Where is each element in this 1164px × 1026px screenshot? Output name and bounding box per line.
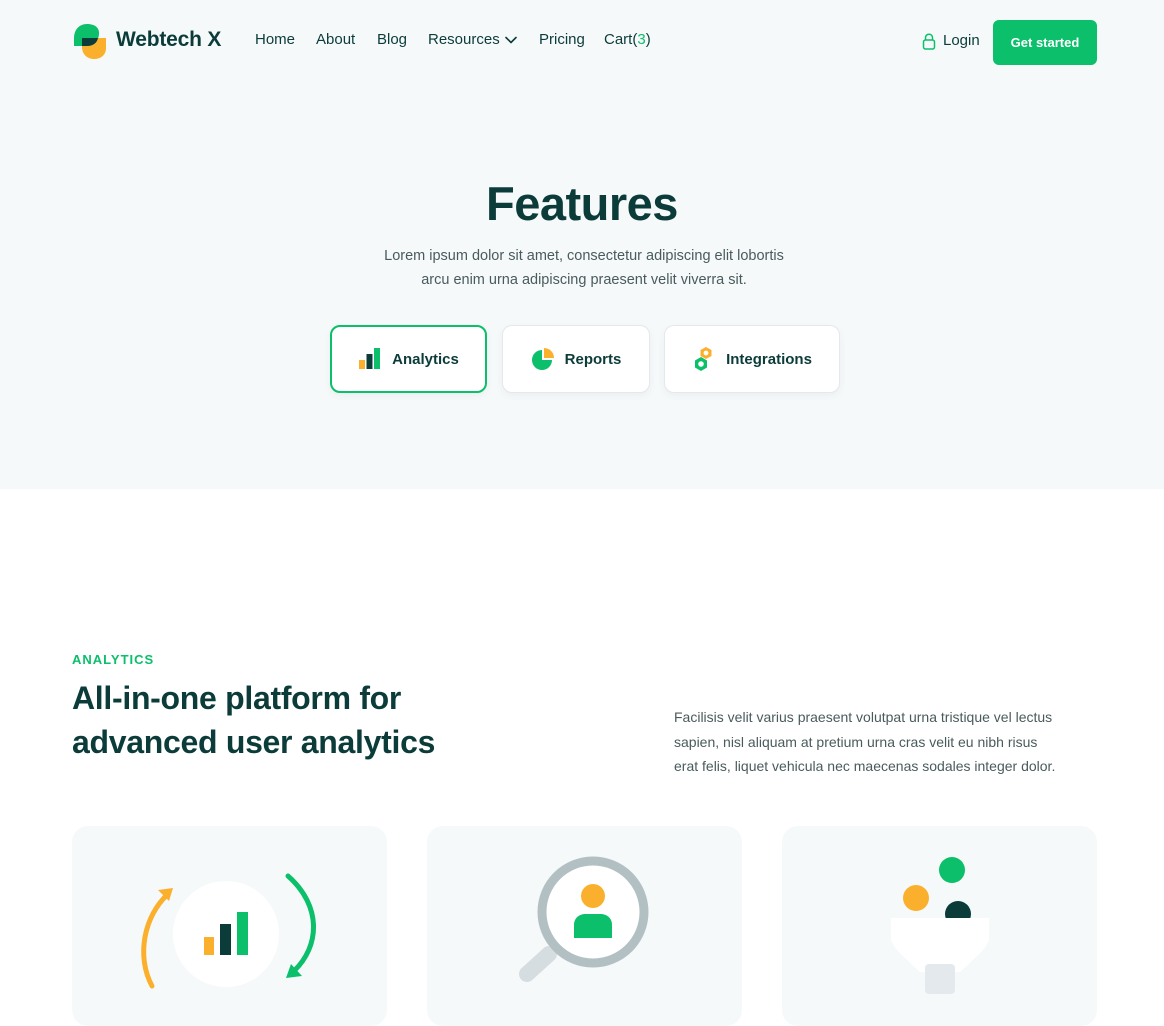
bar-chart-icon xyxy=(359,348,381,369)
page-title: Features xyxy=(486,177,678,230)
section-description-line: erat felis, liquet vehicula nec maecenas… xyxy=(674,758,1056,774)
hero-subtitle-line: arcu enim urna adipiscing praesent velit… xyxy=(421,272,747,288)
chevron-down-icon[interactable] xyxy=(504,35,518,45)
section-heading-line: All-in-one platform for xyxy=(72,680,402,716)
tab-analytics[interactable]: Analytics xyxy=(330,325,487,393)
refresh-chart-icon xyxy=(141,873,316,989)
section-description-line: Facilisis velit varius praesent volutpat… xyxy=(674,709,1053,725)
cart-count: 3 xyxy=(637,31,646,48)
hexagon-nut-icon xyxy=(695,347,712,371)
nav-resources[interactable]: Resources xyxy=(428,31,500,48)
tab-reports[interactable]: Reports xyxy=(502,325,650,393)
cart-close: ) xyxy=(645,31,651,48)
section-description: Facilisis velit varius praesent volutpat… xyxy=(674,705,1094,779)
nav-about[interactable]: About xyxy=(316,31,355,48)
hero-subtitle-line: Lorem ipsum dolor sit amet, consectetur … xyxy=(384,248,784,264)
logo-icon[interactable] xyxy=(73,22,109,60)
feature-card xyxy=(427,826,742,1026)
nav-cart[interactable]: Cart(3) xyxy=(604,31,651,48)
hero-subtitle: Lorem ipsum dolor sit amet, consectetur … xyxy=(350,244,818,292)
section-eyebrow: ANALYTICS xyxy=(72,652,155,667)
nav-pricing[interactable]: Pricing xyxy=(539,31,585,48)
tab-label: Reports xyxy=(564,350,622,368)
tab-label: Integrations xyxy=(726,350,812,368)
funnel-icon xyxy=(891,857,989,994)
tab-integrations[interactable]: Integrations xyxy=(664,325,840,393)
get-started-button[interactable]: Get started xyxy=(993,20,1097,65)
feature-card xyxy=(72,826,387,1026)
login-link[interactable]: Login xyxy=(943,32,980,49)
section-description-line: sapien, nisl aliquam at pretium urna cra… xyxy=(674,733,1038,750)
section-heading-line: advanced user analytics xyxy=(72,724,436,760)
nav-blog[interactable]: Blog xyxy=(377,31,407,48)
brand-name[interactable]: Webtech X xyxy=(116,28,221,52)
section-heading: All-in-one platform for advanced user an… xyxy=(72,676,542,764)
nav-home[interactable]: Home xyxy=(255,31,295,48)
tab-label: Analytics xyxy=(392,350,459,368)
lock-icon xyxy=(922,33,936,50)
feature-card xyxy=(782,826,1097,1026)
user-search-icon xyxy=(519,856,649,982)
cart-label: Cart( xyxy=(604,31,638,48)
pie-chart-icon xyxy=(531,348,554,370)
